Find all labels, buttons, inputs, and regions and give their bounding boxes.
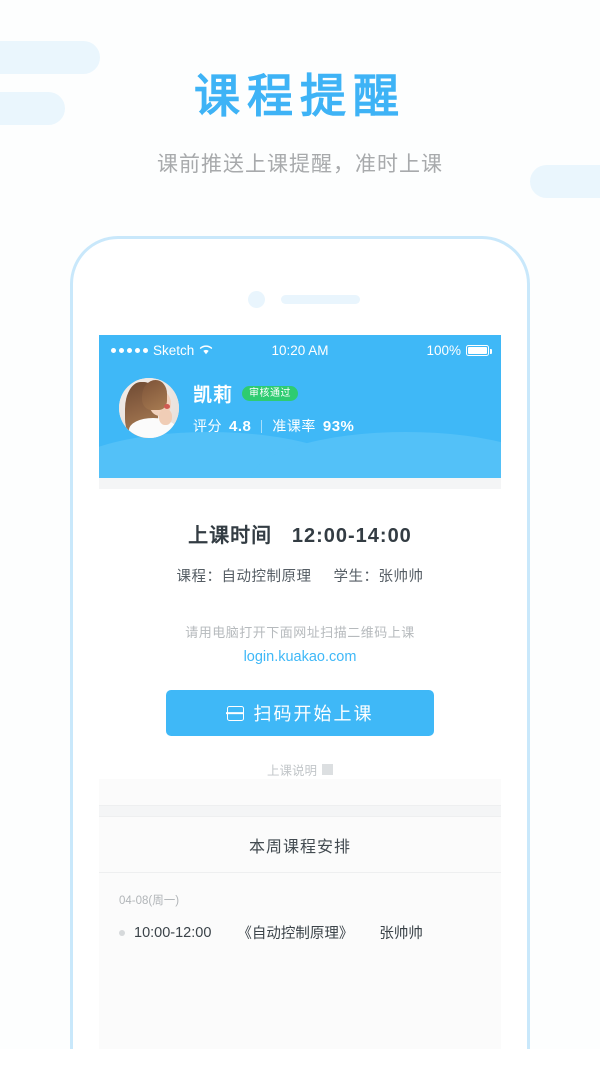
scan-hint-text: 请用电脑打开下面网址扫描二维码上课 [185,625,415,640]
bullet-icon [119,929,125,936]
punctuality-value: 93% [322,417,355,435]
signal-dots-icon [111,347,148,353]
status-bar: Sketch 10:20 AM 100% [99,335,501,365]
course-label: 课程： [176,569,222,585]
schedule-weekday: (周一) [148,895,180,907]
week-schedule-title: 本周课程安排 [99,817,501,873]
list-item[interactable]: 10:00-12:00 《自动控制原理》 张帅帅 [119,922,501,943]
phone-mockup-frame: Sketch 10:20 AM 100% 凯莉 审核通过 评分 4.8 准课率 … [70,236,530,1067]
current-lesson-card: 上课时间 12:00-14:00 课程：自动控制原理 学生：张帅帅 请用电脑打开下… [99,489,501,779]
punctuality-label: 准课率 [272,418,316,434]
lesson-meta-row: 课程：自动控制原理 学生：张帅帅 [99,565,501,586]
wifi-icon [199,343,213,358]
schedule-item-student: 张帅帅 [379,926,423,942]
profile-name: 凯莉 [193,385,234,406]
lesson-time-value: 12:00-14:00 [291,525,412,547]
class-instructions-label: 上课说明 [266,764,317,778]
phone-speaker-grill [281,295,360,304]
schedule-item-course: 《自动控制原理》 [237,926,354,942]
profile-header: 凯莉 审核通过 评分 4.8 准课率 93% [99,365,501,478]
page-bottom-fade [0,1049,600,1067]
battery-percent-label: 100% [426,342,461,358]
status-badge: 审核通过 [242,386,299,401]
carrier-label: Sketch [153,342,195,358]
section-separator [99,805,501,817]
schedule-item-time: 10:00-12:00 [134,924,212,941]
rating-value: 4.8 [229,417,252,435]
profile-stats: 评分 4.8 准课率 93% [193,416,354,436]
promo-page: 课程提醒 课前推送上课提醒，准时上课 Sketch 10:20 AM 100% … [0,0,600,1067]
week-schedule-section: 本周课程安排 04-08(周一) 10:00-12:00 《自动控制原理》 张帅… [99,817,501,943]
promo-subheadline: 课前推送上课提醒，准时上课 [157,153,443,176]
status-bar-left: Sketch [111,343,213,358]
lesson-time-row: 上课时间 12:00-14:00 [99,519,501,548]
schedule-date-value: 04-08 [119,895,149,907]
student-value: 张帅帅 [378,569,424,585]
rating-label: 评分 [193,418,222,434]
schedule-date: 04-08(周一) [119,889,501,909]
course-value: 自动控制原理 [221,569,312,585]
battery-icon [466,344,492,356]
student-label: 学生： [333,569,379,585]
avatar[interactable] [119,378,179,438]
class-instructions-link[interactable]: 上课说明 [99,760,501,779]
scan-code-icon [226,705,244,721]
profile-text-block: 凯莉 审核通过 评分 4.8 准课率 93% [193,380,354,436]
scan-button-label: 扫码开始上课 [253,704,374,724]
section-gap [99,478,501,489]
square-placeholder-icon [322,764,333,775]
login-url-link[interactable]: login.kuakao.com [99,649,501,665]
phone-camera-dot [248,291,265,308]
status-bar-right: 100% [426,342,492,358]
scan-start-class-button[interactable]: 扫码开始上课 [166,690,434,736]
schedule-day-group: 04-08(周一) 10:00-12:00 《自动控制原理》 张帅帅 [99,873,501,943]
phone-screen: Sketch 10:20 AM 100% 凯莉 审核通过 评分 4.8 准课率 … [99,335,501,1067]
stats-divider [261,419,263,433]
promo-headline: 课程提醒 [194,70,406,122]
lesson-time-label: 上课时间 [188,525,273,547]
